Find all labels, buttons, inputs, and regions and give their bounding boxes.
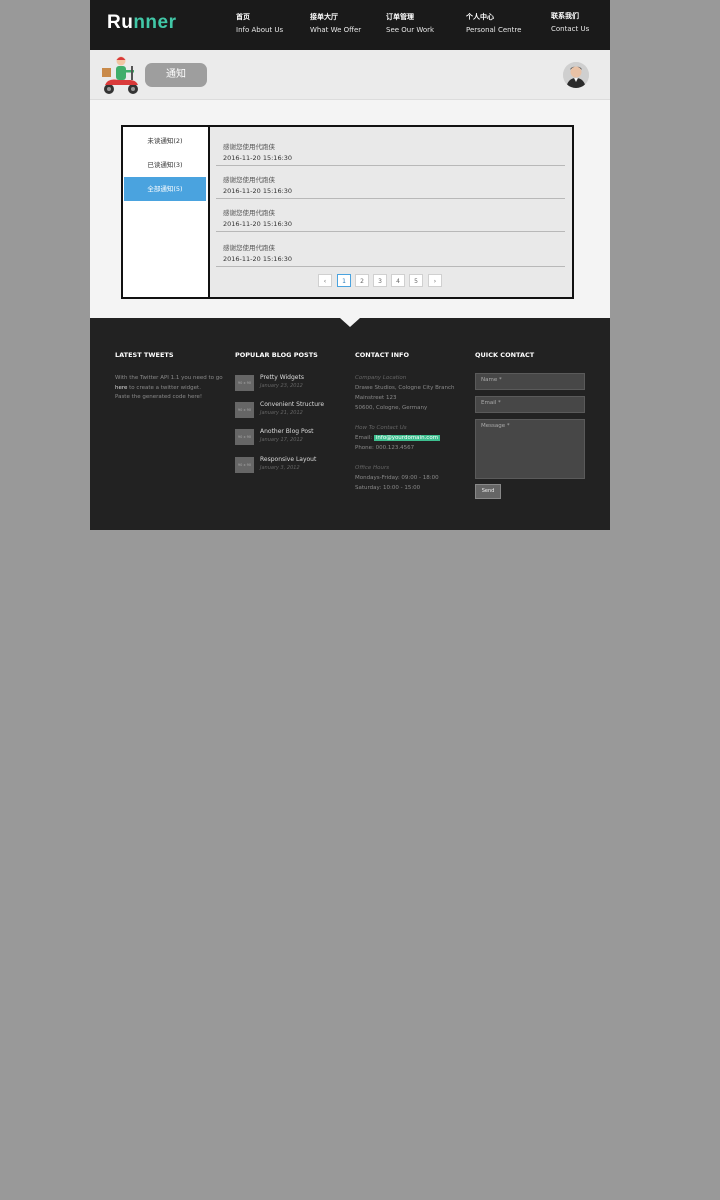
post-date: January 23, 2012 <box>260 383 303 389</box>
popular-posts-heading: POPULAR BLOG POSTS <box>235 351 318 359</box>
post-thumbnail: 90 x 90 <box>235 429 254 445</box>
post-date: January 3, 2012 <box>260 465 300 471</box>
nav-label-en: What We Offer <box>310 26 362 34</box>
notification-title: 感谢您使用代跑侠 <box>223 209 275 217</box>
contact-email-line: Email: info@yourdomain.com <box>355 433 441 443</box>
pagination-prev-button[interactable]: ‹ <box>318 274 332 287</box>
send-button[interactable]: Send <box>475 484 501 499</box>
list-item[interactable]: 感谢您使用代跑侠 2016-11-20 15:16:30 <box>216 133 565 166</box>
runner-logo[interactable]: Runner <box>107 12 177 34</box>
nav-label-cn: 联系我们 <box>551 12 579 20</box>
contact-info-heading: CONTACT INFO <box>355 351 409 359</box>
footer-notch <box>340 318 360 327</box>
notification-title: 感谢您使用代跑侠 <box>223 244 275 252</box>
post-title: Pretty Widgets <box>260 374 304 381</box>
scooter-delivery-icon <box>102 56 138 94</box>
page-title: 通知 <box>145 63 207 87</box>
nav-contact-us[interactable]: 联系我们 Contact Us <box>551 11 589 35</box>
avatar-portrait-icon <box>563 62 589 88</box>
main-content: 未读通知(2) 已读通知(3) 全部通知(5) 感谢您使用代跑侠 2016-11… <box>90 100 610 318</box>
logo-text-1: Ru <box>107 12 134 33</box>
tweet-here-link[interactable]: here <box>115 385 127 391</box>
tweet-line: here to create a twitter widget. <box>115 384 225 394</box>
post-title: Responsive Layout <box>260 456 317 463</box>
list-item[interactable]: 感谢您使用代跑侠 2016-11-20 15:16:30 <box>216 199 565 232</box>
nav-label-en: See Our Work <box>386 26 435 34</box>
nav-label-cn: 接单大厅 <box>310 13 338 21</box>
notification-list: 感谢您使用代跑侠 2016-11-20 15:16:30 感谢您使用代跑侠 20… <box>210 127 572 297</box>
logo-text-2: nn <box>133 12 158 33</box>
address-line: Mainstreet 123 <box>355 395 397 401</box>
address-line: Drawe Studios, Cologne City Branch <box>355 385 455 391</box>
notification-tabs: 未读通知(2) 已读通知(3) 全部通知(5) <box>123 127 210 297</box>
notification-title: 感谢您使用代跑侠 <box>223 143 275 151</box>
nav-label-en: Personal Centre <box>466 26 522 34</box>
hours-line: Saturday: 10:00 - 15:00 <box>355 485 421 491</box>
tab-all[interactable]: 全部通知(5) <box>124 177 206 201</box>
list-item[interactable]: 感谢您使用代跑侠 2016-11-20 15:16:30 <box>216 234 565 267</box>
message-textarea[interactable]: Message * <box>475 419 585 479</box>
page-subheader: 通知 <box>90 50 610 100</box>
office-hours-label: Office Hours <box>355 465 390 471</box>
contact-email-link[interactable]: info@yourdomain.com <box>373 435 441 441</box>
hours-line: Mondays-Friday: 09:00 - 18:00 <box>355 475 439 481</box>
nav-label-cn: 订单管理 <box>386 13 414 21</box>
pagination-page-1[interactable]: 1 <box>337 274 351 287</box>
contact-location: Company Location Drawe Studios, Cologne … <box>355 373 455 413</box>
user-avatar-icon[interactable] <box>563 62 589 88</box>
post-thumbnail: 90 x 90 <box>235 402 254 418</box>
notification-date: 2016-11-20 15:16:30 <box>223 154 293 162</box>
tweet-text: to create a twitter widget. <box>127 384 201 391</box>
notification-date: 2016-11-20 15:16:30 <box>223 255 293 263</box>
post-date: January 21, 2012 <box>260 410 303 416</box>
latest-tweets-heading: LATEST TWEETS <box>115 351 174 359</box>
post-thumbnail: 90 x 90 <box>235 457 254 473</box>
tab-read[interactable]: 已读通知(3) <box>124 153 206 177</box>
notification-panel: 未读通知(2) 已读通知(3) 全部通知(5) 感谢您使用代跑侠 2016-11… <box>121 125 574 299</box>
page: Runner 首页 Info About Us 接单大厅 What We Off… <box>90 0 610 530</box>
nav-personal-centre[interactable]: 个人中心 Personal Centre <box>466 12 521 36</box>
nav-label-cn: 个人中心 <box>466 13 494 21</box>
notification-title: 感谢您使用代跑侠 <box>223 176 275 184</box>
post-title: Another Blog Post <box>260 428 314 435</box>
notification-date: 2016-11-20 15:16:30 <box>223 187 293 195</box>
pagination-page-5[interactable]: 5 <box>409 274 423 287</box>
nav-label-en: Info About Us <box>236 26 284 34</box>
pagination-page-3[interactable]: 3 <box>373 274 387 287</box>
nav-order-hall[interactable]: 接单大厅 What We Offer <box>310 12 361 36</box>
nav-order-management[interactable]: 订单管理 See Our Work <box>386 12 434 36</box>
name-input[interactable]: Name * <box>475 373 585 390</box>
logo-text-3: er <box>157 12 177 33</box>
contact-methods: How To Contact Us Email: info@yourdomain… <box>355 423 441 453</box>
pagination-page-4[interactable]: 4 <box>391 274 405 287</box>
pagination-next-button[interactable]: › <box>428 274 442 287</box>
list-item[interactable]: 感谢您使用代跑侠 2016-11-20 15:16:30 <box>216 166 565 199</box>
pagination-page-2[interactable]: 2 <box>355 274 369 287</box>
post-title: Convenient Structure <box>260 401 325 408</box>
notification-date: 2016-11-20 15:16:30 <box>223 220 293 228</box>
contact-location-label: Company Location <box>355 375 407 381</box>
contact-how-label: How To Contact Us <box>355 425 407 431</box>
contact-phone: Phone: 000.123.4567 <box>355 445 415 451</box>
address-line: 50600, Cologne, Germany <box>355 405 428 411</box>
latest-tweets-text: With the Twitter API 1.1 you need to go … <box>115 374 225 403</box>
nav-label-cn: 首页 <box>236 13 250 21</box>
tweet-line: Paste the generated code here! <box>115 394 203 400</box>
nav-home[interactable]: 首页 Info About Us <box>236 12 283 36</box>
top-header: Runner 首页 Info About Us 接单大厅 What We Off… <box>90 0 610 50</box>
tab-unread[interactable]: 未读通知(2) <box>124 129 206 153</box>
tweet-line: With the Twitter API 1.1 you need to go <box>115 375 223 381</box>
post-date: January 17, 2012 <box>260 437 303 443</box>
nav-label-en: Contact Us <box>551 25 590 33</box>
email-prefix: Email: <box>355 435 373 441</box>
quick-contact-heading: QUICK CONTACT <box>475 351 535 359</box>
site-footer: LATEST TWEETS With the Twitter API 1.1 y… <box>90 318 610 530</box>
office-hours: Office Hours Mondays-Friday: 09:00 - 18:… <box>355 463 439 493</box>
post-thumbnail: 90 x 90 <box>235 375 254 391</box>
email-input[interactable]: Email * <box>475 396 585 413</box>
